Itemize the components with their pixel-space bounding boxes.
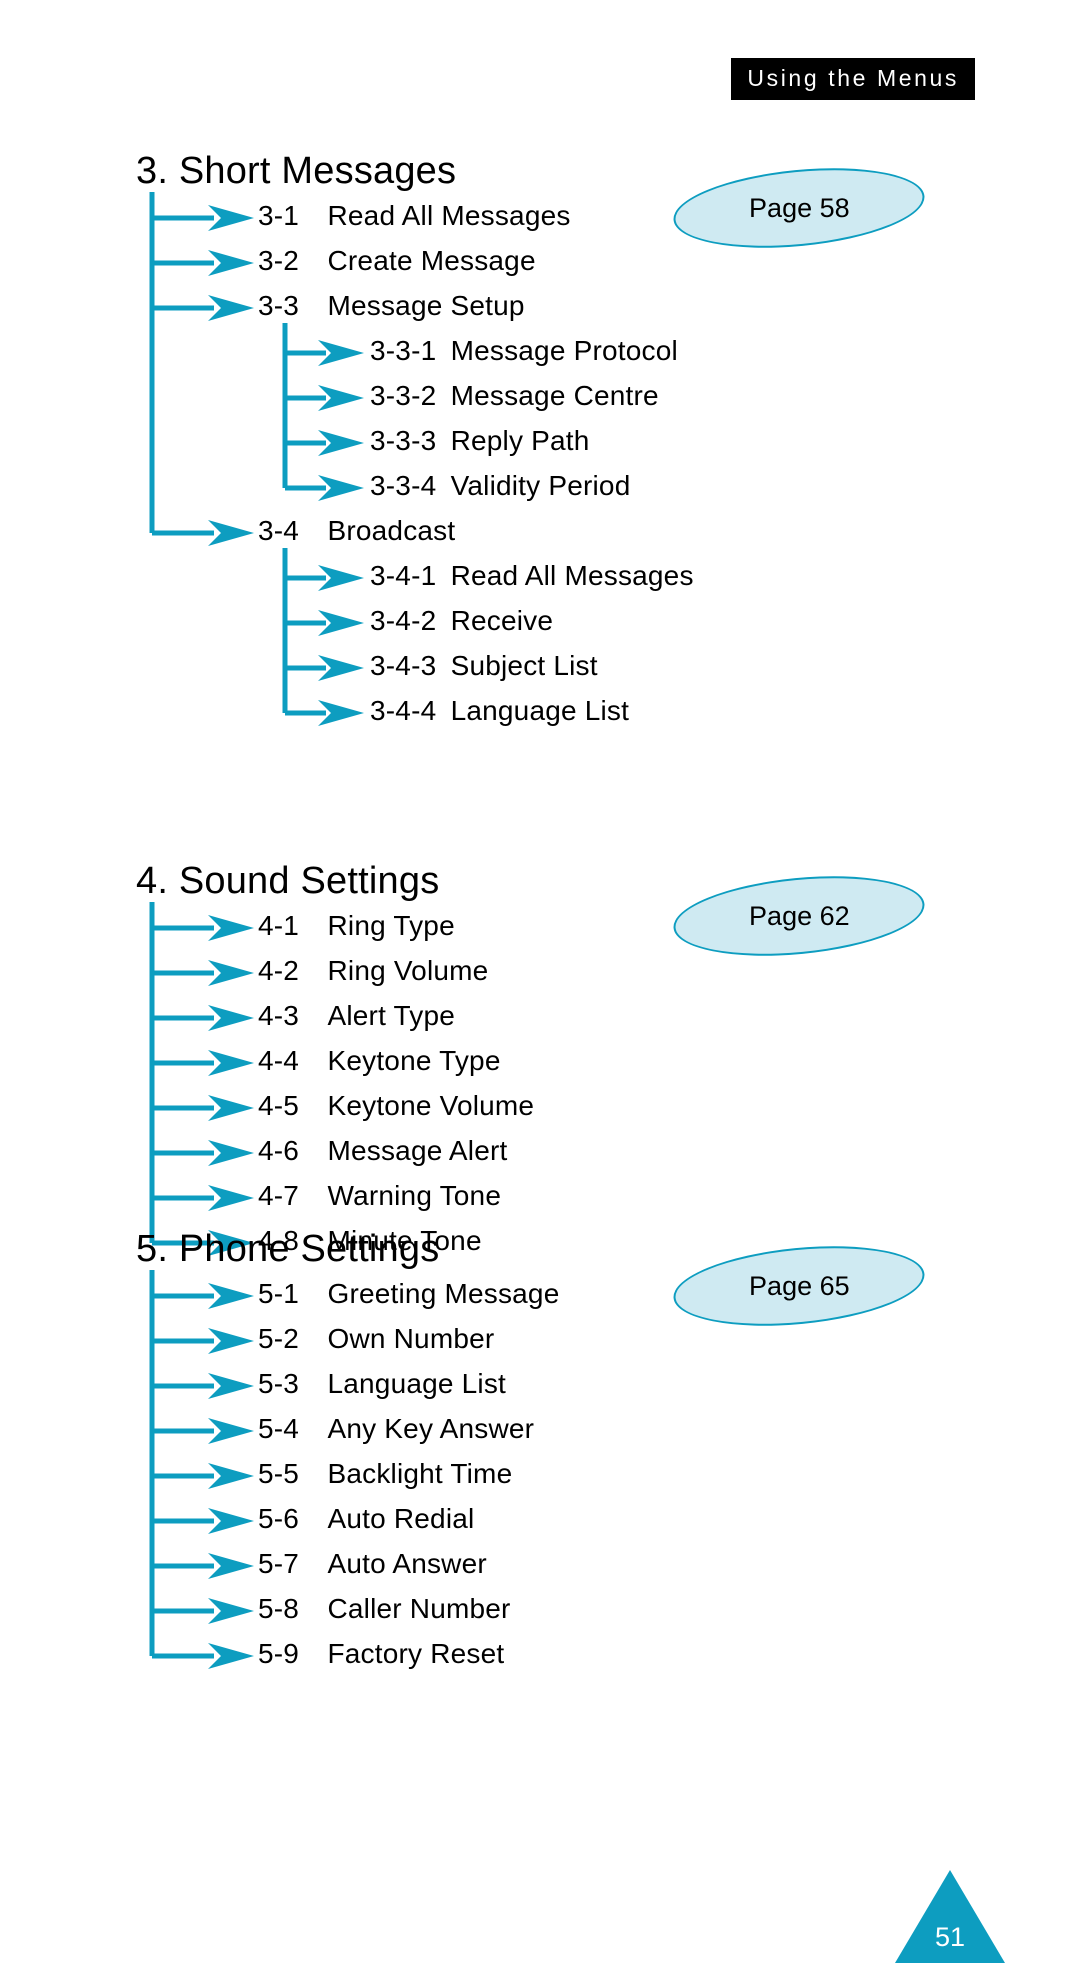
menu-item-number: 5-5	[258, 1458, 300, 1489]
menu-item-number: 3-3-1	[370, 335, 437, 366]
menu-item-number: 3-4-1	[370, 560, 437, 591]
menu-item-label: Own Number	[327, 1323, 495, 1354]
menu-item-label: Message Protocol	[450, 335, 678, 366]
menu-item-number: 4-3	[258, 1000, 300, 1031]
page-reference-label: Page 65	[748, 1270, 850, 1301]
menu-item-number: 3-4	[258, 515, 300, 546]
menu-item-label: Factory Reset	[327, 1638, 505, 1669]
tree-connectors	[149, 192, 364, 726]
menu-item-label: Validity Period	[450, 470, 631, 501]
menu-item-label: Read All Messages	[327, 200, 571, 231]
menu-item-label: Warning Tone	[327, 1180, 502, 1211]
menu-item-number: 3-4-4	[370, 695, 437, 726]
menu-item-number: 5-9	[258, 1638, 300, 1669]
page-reference-bubble[interactable]: Page 62	[669, 866, 929, 966]
menu-item[interactable]: 3-4-1 Read All Messages	[370, 562, 694, 590]
menu-item[interactable]: 3-2 Create Message	[258, 247, 536, 275]
menu-item-number: 3-4-3	[370, 650, 437, 681]
menu-item[interactable]: 4-2 Ring Volume	[258, 957, 488, 985]
section-title: 3. Short Messages	[136, 150, 457, 192]
menu-item-label: Auto Redial	[327, 1503, 475, 1534]
menu-item[interactable]: 5-8 Caller Number	[258, 1595, 511, 1623]
menu-item-number: 3-3-3	[370, 425, 437, 456]
menu-item-label: Auto Answer	[327, 1548, 487, 1579]
page-reference-label: Page 62	[748, 900, 850, 931]
menu-item-number: 5-6	[258, 1503, 300, 1534]
menu-item[interactable]: 3-3-2 Message Centre	[370, 382, 659, 410]
menu-item[interactable]: 4-1 Ring Type	[258, 912, 455, 940]
menu-item[interactable]: 5-5 Backlight Time	[258, 1460, 512, 1488]
menu-item-number: 3-1	[258, 200, 300, 231]
menu-item[interactable]: 3-3-1 Message Protocol	[370, 337, 678, 365]
menu-item-label: Subject List	[450, 650, 598, 681]
menu-item-label: Backlight Time	[327, 1458, 513, 1489]
menu-item[interactable]: 3-4-3 Subject List	[370, 652, 598, 680]
menu-item-number: 5-3	[258, 1368, 300, 1399]
menu-item-label: Message Setup	[327, 290, 525, 321]
menu-item[interactable]: 3-3-3 Reply Path	[370, 427, 590, 455]
menu-item[interactable]: 5-7 Auto Answer	[258, 1550, 487, 1578]
menu-item-label: Greeting Message	[327, 1278, 560, 1309]
menu-item-label: Keytone Type	[327, 1045, 501, 1076]
menu-item[interactable]: 4-6 Message Alert	[258, 1137, 508, 1165]
menu-item[interactable]: 5-1 Greeting Message	[258, 1280, 559, 1308]
menu-item-number: 5-4	[258, 1413, 300, 1444]
menu-item-label: Message Centre	[450, 380, 659, 411]
menu-item-label: Read All Messages	[450, 560, 694, 591]
menu-item[interactable]: 3-3-4 Validity Period	[370, 472, 630, 500]
menu-item-label: Language List	[327, 1368, 507, 1399]
menu-item[interactable]: 4-3 Alert Type	[258, 1002, 455, 1030]
menu-item-number: 3-3-2	[370, 380, 437, 411]
menu-item-number: 4-6	[258, 1135, 300, 1166]
menu-item[interactable]: 5-3 Language List	[258, 1370, 506, 1398]
menu-item[interactable]: 3-4 Broadcast	[258, 517, 455, 545]
menu-item-label: Caller Number	[327, 1593, 511, 1624]
menu-item-number: 4-7	[258, 1180, 300, 1211]
menu-item[interactable]: 5-9 Factory Reset	[258, 1640, 504, 1668]
menu-item[interactable]: 3-3 Message Setup	[258, 292, 525, 320]
menu-item-number: 3-4-2	[370, 605, 437, 636]
menu-item[interactable]: 4-5 Keytone Volume	[258, 1092, 534, 1120]
menu-item[interactable]: 4-4 Keytone Type	[258, 1047, 501, 1075]
menu-item-label: Alert Type	[327, 1000, 456, 1031]
menu-item-label: Ring Volume	[327, 955, 489, 986]
menu-item-number: 4-2	[258, 955, 300, 986]
page-reference-bubble[interactable]: Page 58	[669, 158, 929, 258]
section-title: 4. Sound Settings	[136, 860, 440, 902]
menu-item-label: Ring Type	[327, 910, 455, 941]
page-reference-label: Page 58	[748, 192, 850, 223]
menu-item-number: 5-1	[258, 1278, 300, 1309]
menu-item[interactable]: 5-4 Any Key Answer	[258, 1415, 534, 1443]
menu-item-number: 4-1	[258, 910, 300, 941]
menu-item-number: 3-3	[258, 290, 300, 321]
menu-item-label: Message Alert	[327, 1135, 508, 1166]
menu-item-label: Keytone Volume	[327, 1090, 535, 1121]
menu-item-number: 5-2	[258, 1323, 300, 1354]
page-reference-bubble[interactable]: Page 65	[669, 1236, 929, 1336]
menu-item-label: Language List	[450, 695, 630, 726]
menu-item-number: 4-5	[258, 1090, 300, 1121]
section-title: 5. Phone Settings	[136, 1228, 440, 1270]
menu-item[interactable]: 3-4-4 Language List	[370, 697, 629, 725]
menu-item-label: Broadcast	[327, 515, 456, 546]
menu-item-number: 3-2	[258, 245, 300, 276]
menu-item-label: Create Message	[327, 245, 536, 276]
menu-item[interactable]: 5-6 Auto Redial	[258, 1505, 474, 1533]
menu-item-number: 5-8	[258, 1593, 300, 1624]
menu-item[interactable]: 4-7 Warning Tone	[258, 1182, 501, 1210]
running-header: Using the Menus	[731, 58, 975, 100]
menu-item-label: Reply Path	[450, 425, 590, 456]
menu-item-number: 3-3-4	[370, 470, 437, 501]
menu-item[interactable]: 3-1 Read All Messages	[258, 202, 571, 230]
menu-item-label: Any Key Answer	[327, 1413, 535, 1444]
folio-page-number: 51	[934, 1922, 966, 1952]
menu-item[interactable]: 5-2 Own Number	[258, 1325, 494, 1353]
menu-item-label: Receive	[450, 605, 554, 636]
menu-item[interactable]: 3-4-2 Receive	[370, 607, 553, 635]
menu-item-number: 5-7	[258, 1548, 300, 1579]
manual-page: Using the Menus 3. Short Messages Page 58…	[0, 0, 1080, 1981]
menu-item-number: 4-4	[258, 1045, 300, 1076]
